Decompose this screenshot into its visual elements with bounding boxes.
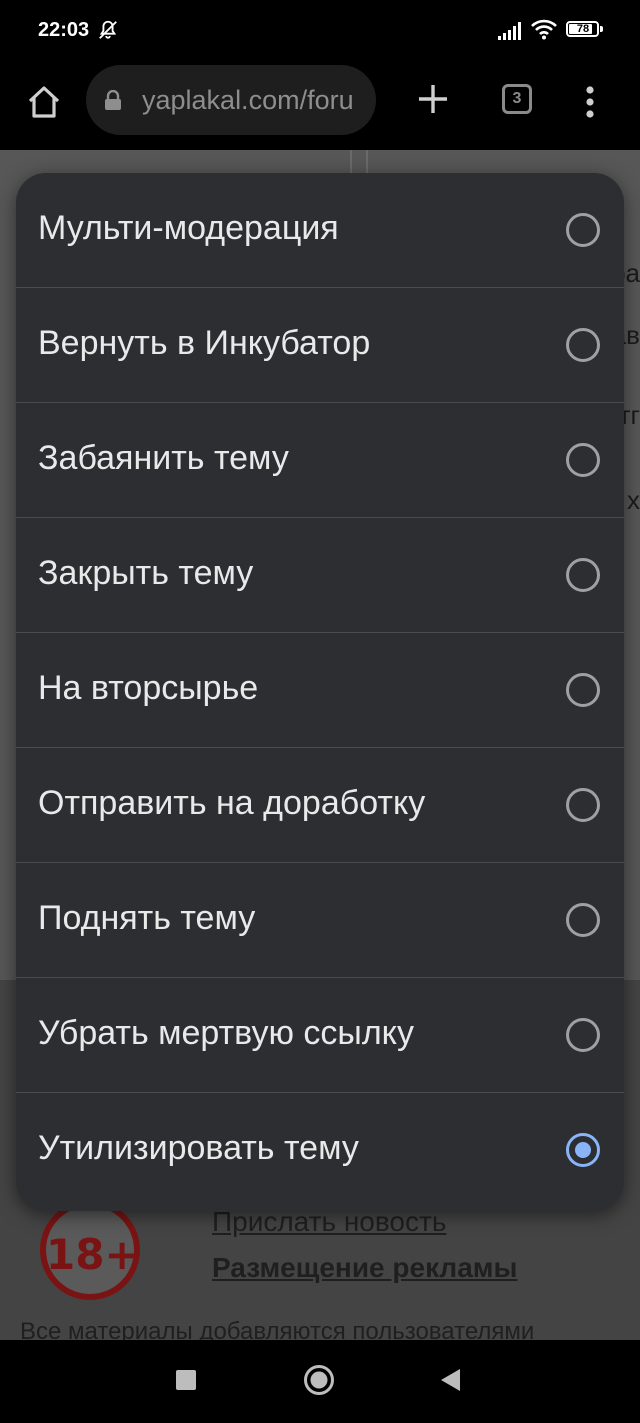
radio-button-selected[interactable] (566, 1133, 600, 1167)
nav-back-icon[interactable] (438, 1367, 462, 1393)
radio-button[interactable] (566, 558, 600, 592)
footer-text: Все материалы добавляются пользователями (20, 1318, 535, 1340)
signal-icon (498, 22, 521, 40)
tab-switcher-icon[interactable]: 3 (502, 84, 532, 114)
lock-icon (105, 90, 121, 110)
option-label: На вторсырье (38, 669, 259, 707)
option-multi-moderation[interactable]: Мульти-модерация (16, 173, 624, 288)
url-text: yaplakal.com/foru (142, 85, 354, 115)
option-send-for-revision[interactable]: Отправить на доработку (16, 748, 624, 863)
option-to-recycle[interactable]: На вторсырье (16, 633, 624, 748)
new-tab-icon[interactable] (416, 82, 450, 116)
home-icon[interactable] (24, 82, 64, 122)
age-restriction-badge: 18+ (40, 1200, 140, 1300)
more-icon[interactable] (580, 82, 600, 122)
browser-toolbar: yaplakal.com/foru 3 (0, 62, 640, 150)
option-return-to-incubator[interactable]: Вернуть в Инкубатор (16, 288, 624, 403)
advertising-link: Размещение рекламы (212, 1252, 518, 1283)
option-close-topic[interactable]: Закрыть тему (16, 518, 624, 633)
radio-button[interactable] (566, 673, 600, 707)
radio-button[interactable] (566, 1018, 600, 1052)
status-bar: 22:03 78 (0, 0, 640, 62)
radio-button[interactable] (566, 788, 600, 822)
nav-home-icon[interactable] (303, 1364, 335, 1396)
battery-level: 78 (576, 23, 590, 35)
option-label: Отправить на доработку (38, 784, 426, 822)
radio-button[interactable] (566, 443, 600, 477)
wifi-icon (531, 19, 557, 40)
option-label: Закрыть тему (38, 554, 254, 592)
option-remove-dead-link[interactable]: Убрать мертвую ссылку (16, 978, 624, 1093)
option-label: Мульти-модерация (38, 209, 339, 247)
address-bar[interactable]: yaplakal.com/foru (86, 65, 376, 135)
system-navigation-bar (0, 1340, 640, 1423)
page-text-fragment: х (627, 485, 640, 515)
radio-button[interactable] (566, 903, 600, 937)
moderation-options-dialog: Мульти-модерация Вернуть в Инкубатор Заб… (16, 173, 624, 1211)
option-label: Утилизировать тему (38, 1129, 359, 1167)
option-mark-as-repost[interactable]: Забаянить тему (16, 403, 624, 518)
battery-icon: 78 (566, 21, 606, 41)
radio-button[interactable] (566, 213, 600, 247)
option-label: Забаянить тему (38, 439, 289, 477)
nav-recents-icon[interactable] (176, 1370, 196, 1390)
option-bump-topic[interactable]: Поднять тему (16, 863, 624, 978)
option-label: Убрать мертвую ссылку (38, 1014, 414, 1052)
option-dispose-topic[interactable]: Утилизировать тему (16, 1093, 624, 1208)
status-time: 22:03 (38, 19, 90, 41)
do-not-disturb-icon (99, 20, 117, 39)
option-label: Вернуть в Инкубатор (38, 324, 371, 362)
radio-button[interactable] (566, 328, 600, 362)
option-label: Поднять тему (38, 899, 256, 937)
